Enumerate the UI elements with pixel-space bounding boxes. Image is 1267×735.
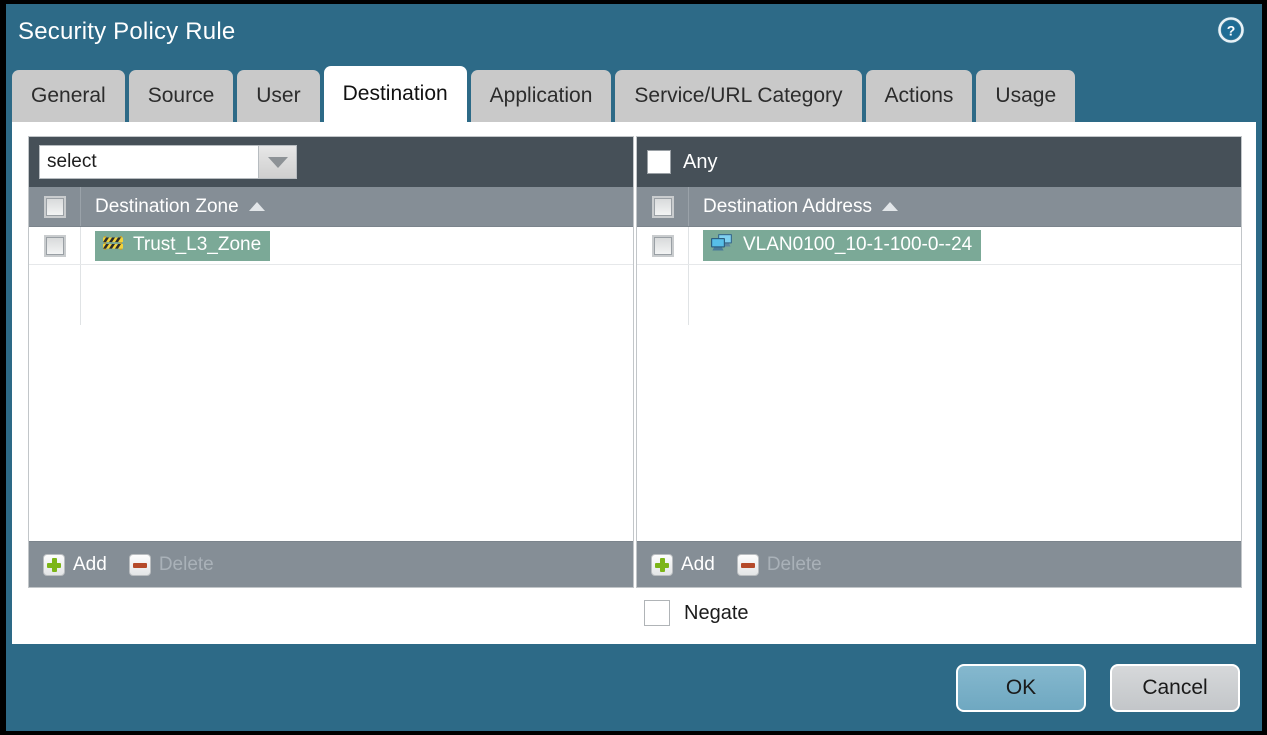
help-circle-icon[interactable]: ? [1216,15,1246,45]
negate-label: Negate [684,601,749,624]
zone-select-value: select [47,151,97,172]
zone-delete-button[interactable]: Delete [128,553,214,576]
address-column-label-wrap[interactable]: Destination Address [689,196,898,218]
zone-add-button[interactable]: Add [43,553,107,576]
any-row[interactable]: Any [647,150,717,174]
sort-ascending-icon[interactable] [248,202,265,211]
destination-address-pane: Any Destination Address VLAN0100_10-1-10… [636,136,1242,588]
plus-icon [43,553,65,576]
address-computers-icon [710,233,734,257]
zone-add-label: Add [73,553,107,575]
table-row[interactable]: VLAN0100_10-1-100-0--24 [637,227,1241,265]
zone-delete-label: Delete [158,553,214,575]
zone-select-dropdown[interactable]: select [39,145,297,179]
tab-user[interactable]: User [237,70,320,122]
dialog-title: Security Policy Rule [18,18,236,45]
address-pane-header: Any [637,137,1241,187]
zone-toolbar: Add Delete [29,541,633,587]
zone-select-all-cell [29,187,81,226]
svg-text:?: ? [1227,23,1236,39]
address-row-cell: VLAN0100_10-1-100-0--24 [689,230,982,261]
address-toolbar: Add Delete [637,541,1241,587]
panes-container: select Destination Zone Trust_L3_Zone Ad… [28,136,1242,588]
zone-row-checkbox-cell [29,227,81,264]
address-select-all-checkbox[interactable] [651,195,674,218]
address-row-checkbox-cell [637,227,689,264]
tab-service-url-category[interactable]: Service/URL Category [615,70,862,122]
ok-button[interactable]: OK [956,664,1086,712]
tab-general[interactable]: General [12,70,125,122]
tab-destination[interactable]: Destination [323,66,467,122]
address-column-header: Destination Address [637,187,1241,227]
any-label: Any [683,150,718,173]
destination-zone-pane: select Destination Zone Trust_L3_Zone Ad… [28,136,634,588]
minus-icon [128,553,151,576]
tab-source[interactable]: Source [128,70,234,122]
any-checkbox[interactable] [647,150,671,174]
zone-chip[interactable]: Trust_L3_Zone [95,230,271,261]
address-empty-area [637,265,1241,541]
sort-ascending-icon[interactable] [882,202,898,211]
tab-application[interactable]: Application [470,70,612,122]
table-row[interactable]: Trust_L3_Zone [29,227,633,265]
zone-column-header: Destination Zone [29,187,633,227]
cancel-button[interactable]: Cancel [1110,664,1240,712]
zone-column-label-wrap[interactable]: Destination Zone [81,196,265,218]
dialog-footer: OK Cancel [6,644,1262,731]
address-rows: VLAN0100_10-1-100-0--24 [637,227,1241,541]
zone-column-label: Destination Zone [95,195,239,217]
zone-row-checkbox[interactable] [43,234,66,257]
minus-icon [736,553,759,576]
security-policy-rule-dialog: Security Policy Rule ? General Source Us… [6,4,1262,731]
address-delete-button[interactable]: Delete [736,553,822,576]
zone-rows: Trust_L3_Zone [29,227,633,541]
chevron-down-icon[interactable] [258,146,296,178]
zone-barricade-icon [102,234,124,257]
screenshot-root: Security Policy Rule ? General Source Us… [0,0,1267,735]
destination-tab-content: select Destination Zone Trust_L3_Zone Ad… [12,122,1256,644]
address-add-button[interactable]: Add [651,553,715,576]
negate-row[interactable]: Negate [644,600,749,626]
zone-select-all-checkbox[interactable] [43,195,66,218]
address-row-checkbox[interactable] [651,234,674,257]
tab-bar: General Source User Destination Applicat… [12,66,1079,122]
plus-icon [651,553,673,576]
address-chip[interactable]: VLAN0100_10-1-100-0--24 [703,230,982,261]
address-name: VLAN0100_10-1-100-0--24 [743,234,973,255]
address-delete-label: Delete [766,553,822,575]
tab-actions[interactable]: Actions [865,70,973,122]
zone-row-cell: Trust_L3_Zone [81,230,271,261]
address-column-label: Destination Address [703,195,872,217]
zone-pane-header: select [29,137,633,187]
dialog-titlebar: Security Policy Rule ? [6,4,1262,66]
address-select-all-cell [637,187,689,226]
zone-empty-area [29,265,633,541]
tab-usage[interactable]: Usage [976,70,1076,122]
zone-name: Trust_L3_Zone [133,234,262,255]
negate-checkbox[interactable] [644,600,670,626]
address-add-label: Add [681,553,715,575]
